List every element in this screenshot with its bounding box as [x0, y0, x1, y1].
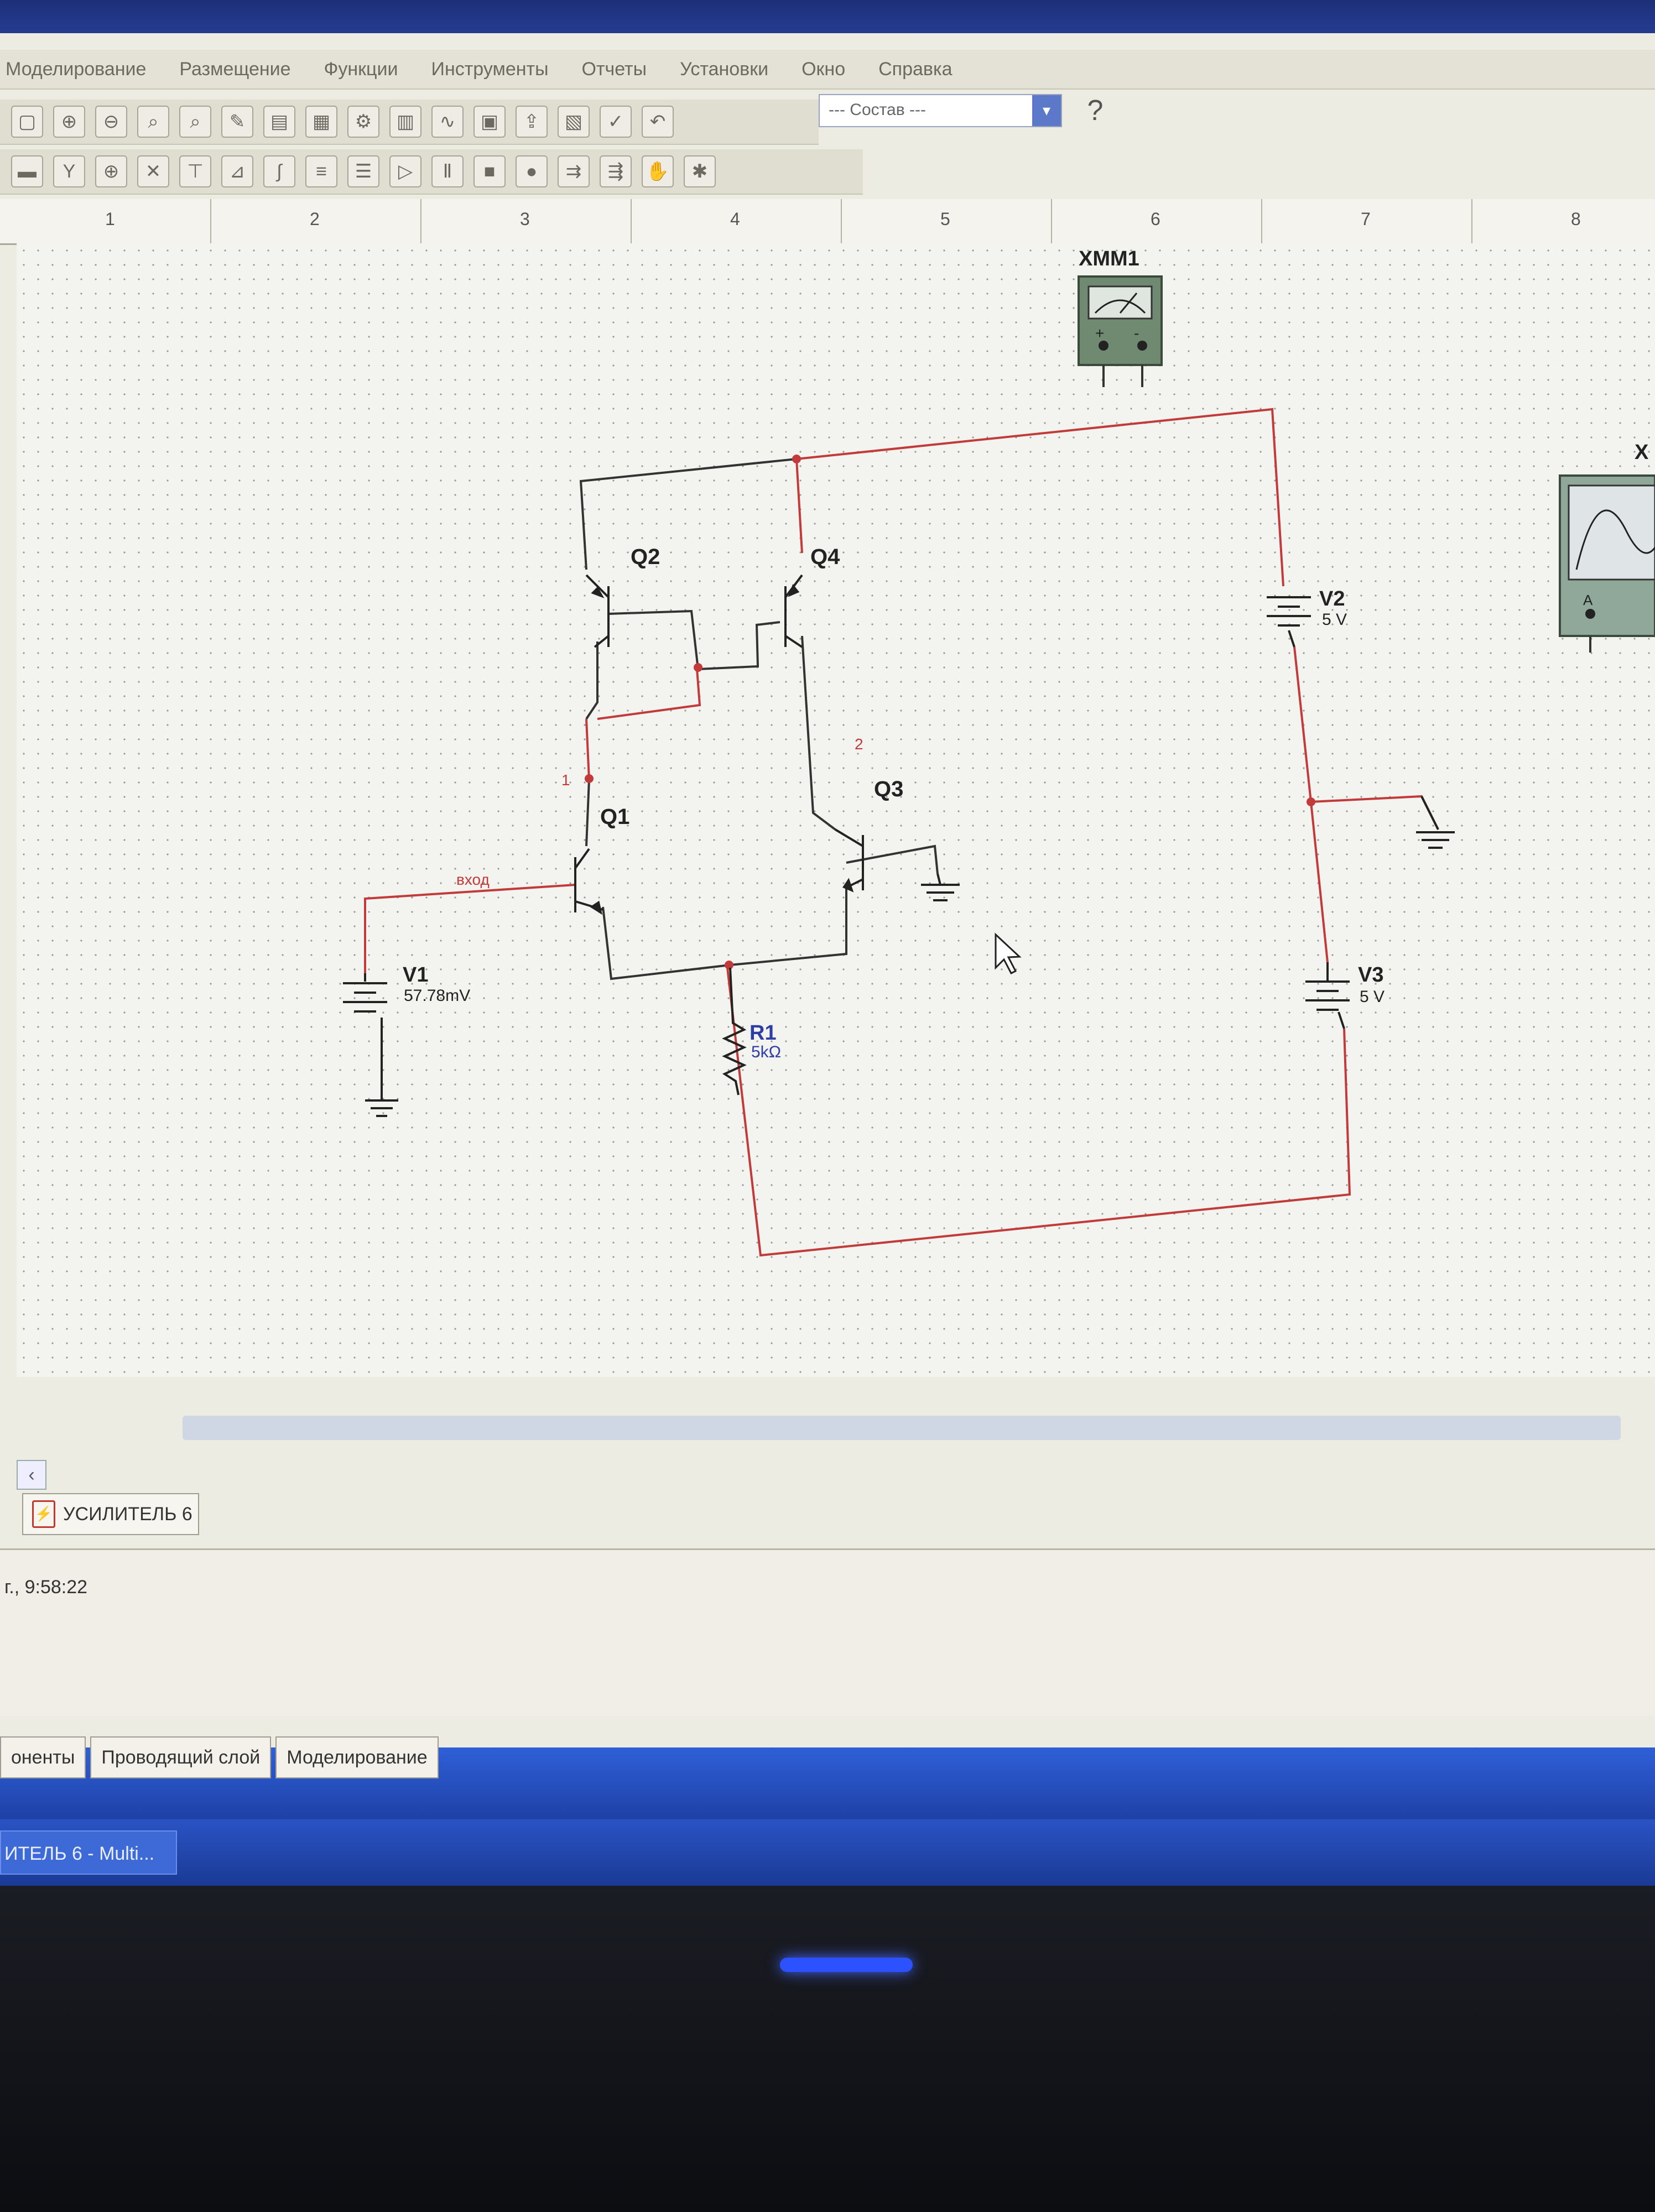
supply-wires: [364, 408, 1439, 1257]
source-v2[interactable]: [1267, 596, 1311, 648]
tab-copper-layer[interactable]: Проводящий слой: [90, 1736, 272, 1778]
net-2-label: 2: [855, 735, 863, 753]
tab-components[interactable]: оненты: [0, 1736, 86, 1778]
power-led: [780, 1958, 913, 1972]
taskbar-item-multisim[interactable]: ИТЕЛЬ 6 - Multi...: [0, 1830, 177, 1875]
multimeter-minus-label: -: [1134, 325, 1139, 342]
net-1-label: 1: [561, 771, 570, 789]
transistor-q1[interactable]: [574, 848, 603, 915]
transistor-q4[interactable]: [784, 574, 803, 648]
ground-symbol-supply: [1416, 796, 1455, 849]
v1-value: 57.78mV: [404, 987, 470, 1005]
mouse-cursor-icon: [995, 932, 1022, 975]
transistor-wires: [579, 458, 939, 980]
q4-label: Q4: [810, 545, 840, 569]
net-input-label: вход: [456, 871, 490, 888]
schematic-doc-icon: ⚡: [32, 1500, 55, 1528]
r1-label: R1: [750, 1021, 777, 1045]
sheet-tab-amplifier[interactable]: ⚡ УСИЛИТЕЛЬ 6: [22, 1493, 199, 1535]
canvas-horizontal-scrollbar[interactable]: [183, 1416, 1621, 1440]
oscilloscope-terminal-a: A: [1583, 592, 1593, 608]
ground-symbol-q3: [921, 873, 960, 901]
transistor-q2[interactable]: [585, 574, 610, 648]
v2-value: 5 V: [1322, 611, 1347, 629]
log-line: г., 9:58:22: [4, 1577, 88, 1598]
oscilloscope-label: X: [1635, 441, 1649, 464]
tab-simulation[interactable]: Моделирование: [275, 1736, 439, 1778]
schematic-drawing: XMM1 + - X A Q2 Q4 Q1 Q3 вход 1 2 V1 57.…: [343, 247, 1655, 1257]
multimeter-label: XMM1: [1079, 247, 1139, 270]
monitor-bezel-bottom: [0, 1886, 1655, 2212]
v1-label: V1: [403, 963, 428, 987]
multimeter-xmm1[interactable]: [1078, 275, 1163, 387]
taskbar: ИТЕЛЬ 6 - Multi...: [0, 1819, 1655, 1886]
v3-label: V3: [1358, 963, 1383, 987]
q3-label: Q3: [874, 777, 903, 801]
output-pane: г., 9:58:22: [0, 1548, 1655, 1716]
r1-value: 5kΩ: [751, 1043, 781, 1061]
multimeter-plus-label: +: [1095, 325, 1104, 342]
source-v1[interactable]: [343, 973, 398, 1117]
q1-label: Q1: [600, 805, 629, 829]
sheet-tab-label: УСИЛИТЕЛЬ 6: [63, 1503, 192, 1525]
bottom-tabs: оненты Проводящий слой Моделирование: [0, 1736, 443, 1781]
scroll-left-icon[interactable]: ‹: [17, 1460, 46, 1490]
v3-value: 5 V: [1360, 988, 1385, 1006]
source-v3[interactable]: [1305, 962, 1350, 1029]
q2-label: Q2: [631, 545, 660, 569]
oscilloscope[interactable]: [1559, 474, 1655, 653]
v2-label: V2: [1319, 587, 1345, 611]
